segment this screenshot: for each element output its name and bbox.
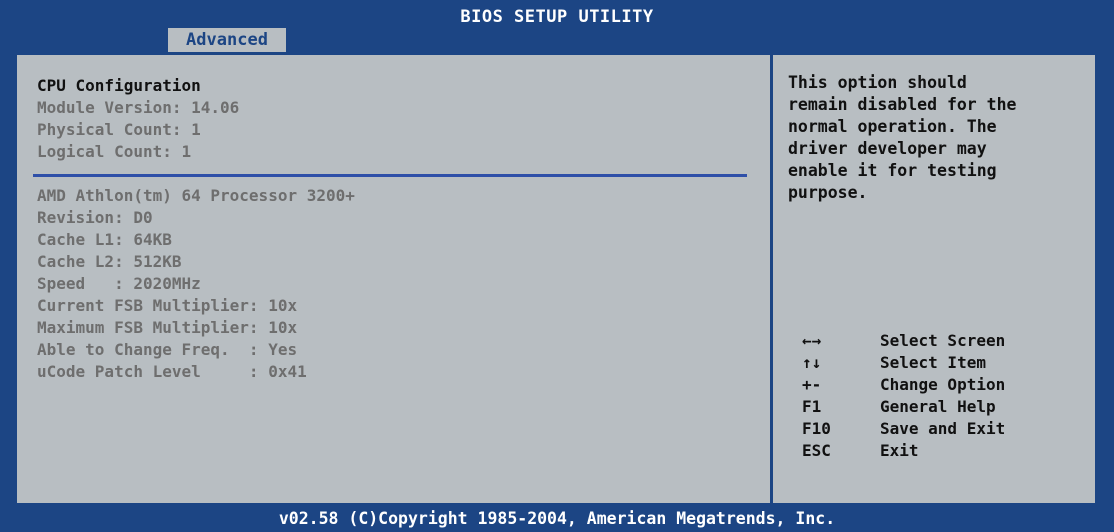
key-name: F10	[802, 419, 831, 438]
maximum-fsb-multiplier: Maximum FSB Multiplier: 10x	[37, 318, 298, 337]
key-label: General Help	[880, 397, 996, 416]
key-row-change-option: +- Change Option	[798, 374, 1098, 396]
able-to-change-freq: Able to Change Freq. : Yes	[37, 340, 298, 359]
key-row-select-item: ↑↓ Select Item	[798, 352, 1098, 374]
section-divider	[33, 174, 747, 177]
tab-advanced[interactable]: Advanced	[168, 28, 286, 52]
ucode-patch-level: uCode Patch Level : 0x41	[37, 362, 307, 381]
cpu-model: AMD Athlon(tm) 64 Processor 3200+	[37, 186, 355, 205]
cache-l2: Cache L2: 512KB	[37, 252, 182, 271]
key-label: Select Item	[880, 353, 986, 372]
help-line: purpose.	[788, 183, 868, 202]
key-row-select-screen: ←→ Select Screen	[798, 330, 1098, 352]
title-bar: BIOS SETUP UTILITY Advanced	[0, 0, 1114, 52]
up-down-arrow-icon: ↑↓	[802, 353, 822, 372]
panel-divider	[770, 55, 773, 503]
help-line: This option should	[788, 73, 967, 92]
key-label: Select Screen	[880, 331, 1006, 350]
physical-count: Physical Count: 1	[37, 120, 201, 139]
section-title: CPU Configuration	[37, 76, 201, 95]
cpu-speed: Speed : 2020MHz	[37, 274, 201, 293]
key-label: Change Option	[880, 375, 1006, 394]
key-name: ESC	[802, 441, 831, 460]
help-text: This option should remain disabled for t…	[788, 72, 1108, 204]
cpu-config-section: CPU Configuration Module Version: 14.06 …	[37, 75, 757, 163]
cpu-info-list: AMD Athlon(tm) 64 Processor 3200+ Revisi…	[37, 185, 757, 383]
help-line: driver developer may	[788, 139, 987, 158]
key-label: Save and Exit	[880, 419, 1006, 438]
help-panel: This option should remain disabled for t…	[788, 72, 1108, 204]
help-line: normal operation. The	[788, 117, 997, 136]
help-line: enable it for testing	[788, 161, 997, 180]
key-label: Exit	[880, 441, 919, 460]
copyright-footer: v02.58 (C)Copyright 1985-2004, American …	[278, 509, 836, 528]
help-line: remain disabled for the	[788, 95, 1017, 114]
key-legend: ←→ Select Screen ↑↓ Select Item +- Chang…	[798, 330, 1098, 462]
key-row-exit: ESC Exit	[798, 440, 1098, 462]
current-fsb-multiplier: Current FSB Multiplier: 10x	[37, 296, 298, 315]
logical-count: Logical Count: 1	[37, 142, 192, 161]
cache-l1: Cache L1: 64KB	[37, 230, 172, 249]
left-right-arrow-icon: ←→	[802, 331, 822, 350]
cpu-revision: Revision: D0	[37, 208, 153, 227]
module-version: Module Version: 14.06	[37, 98, 240, 117]
key-name: F1	[802, 397, 822, 416]
key-row-save-exit: F10 Save and Exit	[798, 418, 1098, 440]
key-name: +-	[802, 375, 822, 394]
key-row-general-help: F1 General Help	[798, 396, 1098, 418]
bios-title: BIOS SETUP UTILITY	[460, 7, 654, 27]
